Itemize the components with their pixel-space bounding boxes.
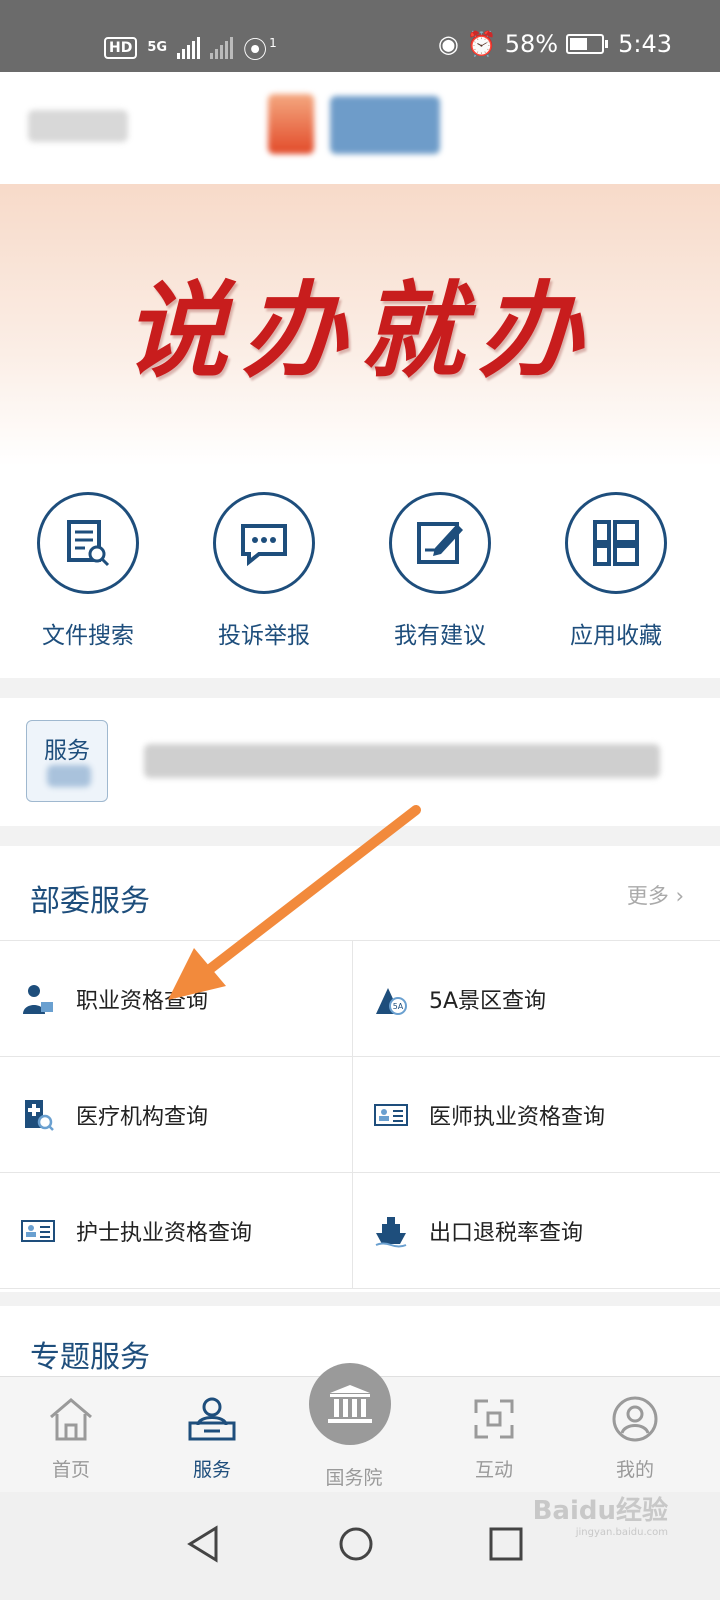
tab-label: 国务院 xyxy=(325,1467,383,1489)
eye-icon: ◉ xyxy=(437,30,459,58)
chevron-right-icon: › xyxy=(675,884,684,908)
tab-label: 服务 xyxy=(192,1459,231,1481)
watermark-brand: Baidu经验 xyxy=(532,1496,668,1526)
alarm-icon: ⏰ xyxy=(466,30,497,58)
section-title: 专题服务 xyxy=(30,1340,150,1375)
service-item-medical-institution[interactable]: 医疗机构查询 xyxy=(0,1057,352,1173)
watermark: Baidu经验 jingyan.baidu.com xyxy=(533,1490,668,1538)
notice-text xyxy=(144,744,660,778)
clock: 5:43 xyxy=(618,30,672,58)
banner-slogan: 说办就办 xyxy=(123,269,596,392)
more-link[interactable]: 更多 › xyxy=(627,880,684,910)
tab-interact[interactable]: 互动 xyxy=(449,1395,539,1482)
scenic-mountain-icon: 5A xyxy=(373,981,409,1017)
watermark-url: jingyan.baidu.com xyxy=(575,1527,668,1538)
quick-action-suggestion[interactable]: 我有建议 xyxy=(352,492,528,650)
section-title: 部委服务 xyxy=(30,884,150,919)
service-badge: 服务 xyxy=(26,720,108,802)
svg-text:5A: 5A xyxy=(393,1002,404,1011)
chat-bubble-icon xyxy=(213,492,315,594)
service-grid: 职业资格查询 5A 5A景区查询 医疗机构查询 医师执业资格查询 护士执业资格查… xyxy=(0,940,720,1289)
service-item-export-tax-rebate[interactable]: 出口退税率查询 xyxy=(352,1173,720,1289)
ministry-services-section: 部委服务 更多 › 职业资格查询 5A 5A景区查询 医疗机构查询 医师执业资格… xyxy=(0,846,720,1292)
quick-action-favorites[interactable]: 应用收藏 xyxy=(528,492,704,650)
service-badge-sub xyxy=(47,765,91,787)
quick-action-label: 投诉举报 xyxy=(218,623,310,649)
location-selector[interactable] xyxy=(28,110,128,142)
app-title xyxy=(330,96,440,154)
certified-person-icon xyxy=(20,981,56,1017)
top-bar xyxy=(0,72,720,184)
service-item-physician-license[interactable]: 医师执业资格查询 xyxy=(352,1057,720,1173)
edit-note-icon xyxy=(389,492,491,594)
hd-indicator: HD xyxy=(104,36,138,59)
home-icon xyxy=(50,1398,92,1441)
more-label: 更多 xyxy=(626,884,669,908)
state-council-icon xyxy=(309,1363,391,1445)
quick-action-file-search[interactable]: 文件搜索 xyxy=(0,492,176,650)
tab-services[interactable]: 服务 xyxy=(167,1395,257,1482)
tab-home[interactable]: 首页 xyxy=(26,1395,116,1482)
service-item-label: 护士执业资格查询 xyxy=(76,1220,253,1246)
tab-state-council[interactable]: 国务院 xyxy=(309,1363,399,1490)
tab-label: 首页 xyxy=(51,1459,90,1481)
battery-percent: 58% xyxy=(504,30,559,58)
ship-icon xyxy=(373,1213,409,1249)
service-person-icon xyxy=(188,1397,236,1441)
app-logo xyxy=(268,94,314,154)
quick-action-label: 应用收藏 xyxy=(570,623,662,649)
service-notice[interactable]: 服务 xyxy=(0,698,720,826)
service-item-label: 出口退税率查询 xyxy=(429,1220,584,1246)
battery-icon xyxy=(566,34,609,54)
quick-action-complaint[interactable]: 投诉举报 xyxy=(176,492,352,650)
hero-banner[interactable]: 说办就办 xyxy=(0,184,720,466)
service-item-label: 职业资格查询 xyxy=(76,988,209,1014)
service-item-label: 医疗机构查询 xyxy=(76,1104,209,1130)
quick-actions: 文件搜索 投诉举报 我有建议 应用收藏 xyxy=(0,466,720,678)
hospital-search-icon xyxy=(20,1097,56,1133)
quick-action-label: 我有建议 xyxy=(394,623,486,649)
service-item-label: 5A景区查询 xyxy=(429,988,547,1014)
app-grid-icon xyxy=(565,492,667,594)
home-nav-icon[interactable] xyxy=(336,1524,376,1564)
profile-icon xyxy=(612,1396,658,1442)
signal-icon xyxy=(177,36,201,59)
signal-secondary-icon xyxy=(210,36,234,59)
interact-icon xyxy=(474,1399,514,1439)
id-card-icon xyxy=(20,1213,56,1249)
hotspot-count: 1 xyxy=(269,35,277,50)
service-item-label: 医师执业资格查询 xyxy=(429,1104,606,1130)
service-item-qualification[interactable]: 职业资格查询 xyxy=(0,941,352,1057)
tab-profile[interactable]: 我的 xyxy=(590,1395,680,1482)
hotspot-icon: ⦿ xyxy=(243,36,268,64)
status-bar: HD 5G ⦿ 1 ◉ ⏰ 58% 5:43 xyxy=(0,0,720,72)
quick-action-label: 文件搜索 xyxy=(42,623,134,649)
tab-label: 互动 xyxy=(474,1459,513,1481)
back-icon[interactable] xyxy=(186,1524,220,1564)
service-badge-label: 服务 xyxy=(44,738,90,764)
document-search-icon xyxy=(37,492,139,594)
service-item-5a-scenic[interactable]: 5A 5A景区查询 xyxy=(352,941,720,1057)
recents-icon[interactable] xyxy=(486,1524,526,1564)
id-card-icon xyxy=(373,1097,409,1133)
service-item-nurse-license[interactable]: 护士执业资格查询 xyxy=(0,1173,352,1289)
network-type: 5G xyxy=(147,40,168,55)
tab-label: 我的 xyxy=(615,1459,654,1481)
bottom-tab-bar: 首页 服务 国务院 互动 我的 xyxy=(0,1363,720,1493)
